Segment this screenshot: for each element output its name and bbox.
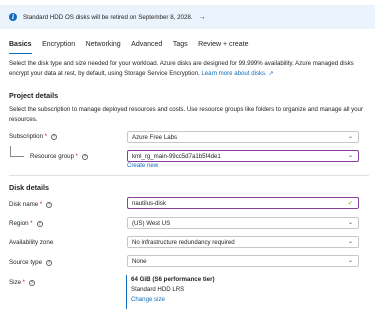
- disk-name-input[interactable]: nautilus-disk ✓: [127, 197, 359, 209]
- disk-name-label-text: Disk name: [9, 201, 39, 208]
- size-label-text: Size: [9, 279, 22, 286]
- availability-zone-select[interactable]: No infrastructure redundancy required ⌄: [127, 236, 359, 248]
- resource-group-label: Resource group * ?: [30, 153, 88, 160]
- availability-zone-label: Availability zone: [9, 239, 53, 246]
- tab-networking[interactable]: Networking: [86, 41, 121, 54]
- region-select[interactable]: (US) West US ⌄: [127, 217, 359, 229]
- chevron-down-icon: ⌄: [347, 134, 353, 140]
- tab-advanced[interactable]: Advanced: [131, 41, 162, 54]
- resource-group-label-text: Resource group: [30, 153, 75, 160]
- disk-name-value: nautilus-disk: [132, 199, 166, 207]
- subscription-label-text: Subscription: [9, 133, 44, 140]
- size-sku: Standard HDD LRS: [131, 286, 185, 293]
- chevron-down-icon: ⌄: [347, 239, 353, 245]
- create-new-link[interactable]: Create new: [127, 162, 158, 169]
- disk-details-heading: Disk details: [9, 183, 49, 192]
- required-marker: *: [30, 220, 33, 227]
- chevron-down-icon: ⌄: [347, 220, 353, 226]
- subscription-value: Azure Free Labs: [132, 133, 178, 141]
- required-marker: *: [75, 153, 78, 160]
- question-icon[interactable]: ?: [46, 259, 53, 266]
- question-icon[interactable]: ?: [50, 133, 57, 140]
- size-summary: 64 GiB (S6 performance tier) Standard HD…: [126, 275, 359, 309]
- external-link-icon[interactable]: ↗: [268, 71, 273, 77]
- required-marker: *: [39, 201, 43, 208]
- question-icon[interactable]: ?: [36, 220, 43, 227]
- region-value: (US) West US: [132, 219, 171, 227]
- source-type-label-text: Source type: [9, 259, 43, 266]
- source-type-label: Source type ?: [9, 259, 53, 266]
- tab-basics[interactable]: Basics: [9, 41, 32, 54]
- intro-text: Select the disk type and size needed for…: [9, 60, 354, 77]
- tab-bar: Basics Encryption Networking Advanced Ta…: [9, 41, 259, 54]
- tree-connector-horizontal: [10, 156, 24, 157]
- change-size-link[interactable]: Change size: [131, 295, 359, 305]
- chevron-down-icon: ⌄: [347, 258, 353, 264]
- chevron-down-icon: ⌄: [347, 153, 353, 159]
- resource-group-value: kml_rg_main-99cc5d7a1b5f4de1: [132, 152, 221, 160]
- source-type-value: None: [132, 257, 147, 265]
- tab-tags[interactable]: Tags: [173, 41, 188, 54]
- learn-more-link[interactable]: Learn more about disks.: [201, 70, 266, 77]
- banner-text: Standard HDD OS disks will be retired on…: [23, 13, 193, 21]
- size-label: Size * ?: [9, 279, 35, 286]
- question-icon[interactable]: ?: [46, 201, 53, 208]
- project-details-heading: Project details: [9, 91, 59, 100]
- subscription-label: Subscription * ?: [9, 133, 57, 140]
- disk-name-label: Disk name * ?: [9, 201, 53, 208]
- retirement-banner[interactable]: i Standard HDD OS disks will be retired …: [0, 5, 375, 29]
- region-label: Region * ?: [9, 220, 43, 227]
- availability-zone-value: No infrastructure redundancy required: [132, 238, 235, 246]
- intro-description: Select the disk type and size needed for…: [9, 59, 371, 79]
- info-icon: i: [9, 13, 17, 21]
- subscription-select[interactable]: Azure Free Labs ⌄: [127, 131, 359, 143]
- tree-connector-vertical: [10, 146, 11, 156]
- region-label-text: Region: [9, 220, 29, 227]
- resource-group-select[interactable]: kml_rg_main-99cc5d7a1b5f4de1 ⌄: [127, 150, 359, 162]
- required-marker: *: [22, 279, 25, 286]
- arrow-right-icon[interactable]: →: [199, 14, 206, 21]
- project-details-description: Select the subscription to manage deploy…: [9, 106, 363, 123]
- check-icon: ✓: [347, 200, 353, 207]
- source-type-select[interactable]: None ⌄: [127, 255, 359, 267]
- question-icon[interactable]: ?: [81, 153, 88, 160]
- question-icon[interactable]: ?: [28, 279, 35, 286]
- tab-encryption[interactable]: Encryption: [42, 41, 75, 54]
- required-marker: *: [44, 133, 47, 140]
- size-title: 64 GiB (S6 performance tier): [131, 276, 215, 283]
- tab-review-create[interactable]: Review + create: [198, 41, 248, 54]
- section-divider: [9, 175, 369, 176]
- availability-zone-label-text: Availability zone: [9, 239, 54, 246]
